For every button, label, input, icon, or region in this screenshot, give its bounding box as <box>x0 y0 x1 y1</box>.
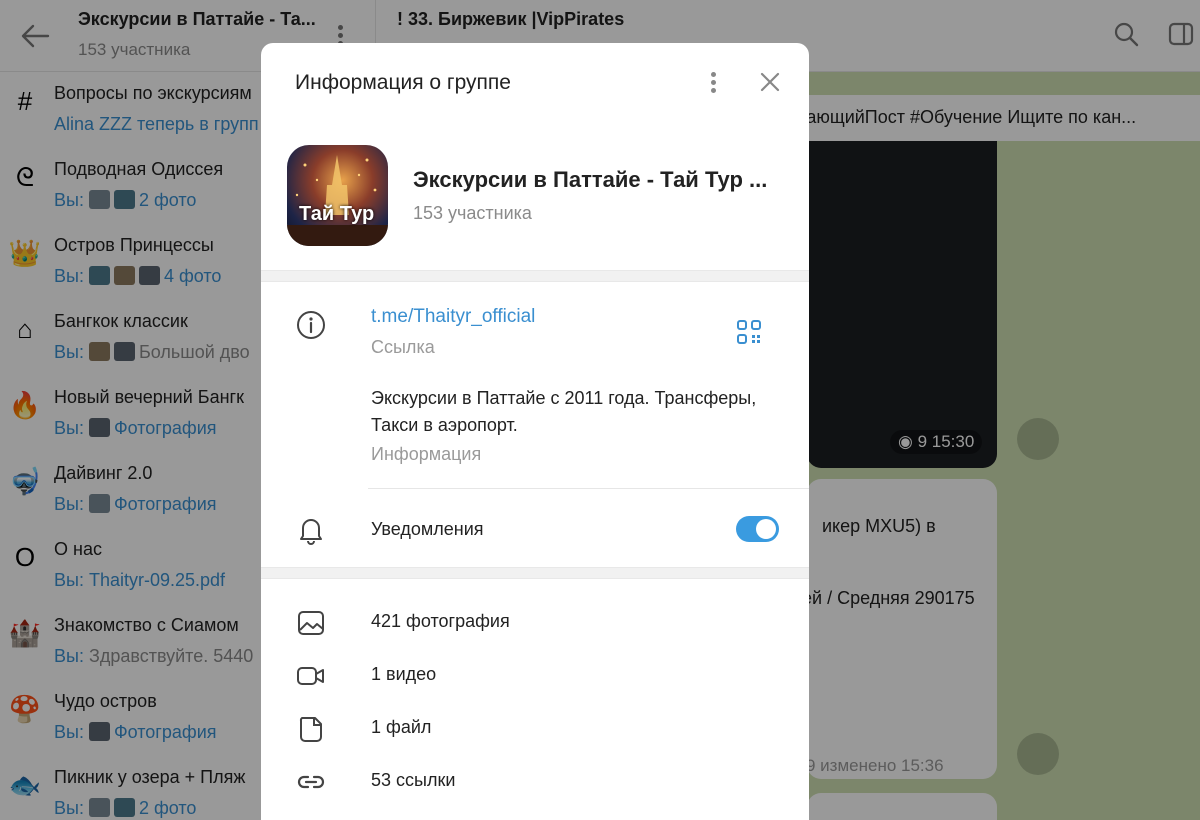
info-icon <box>297 311 325 339</box>
group-name: Экскурсии в Паттайе - Тай Тур ... <box>413 167 768 192</box>
group-member-count[interactable]: 153 участника <box>413 203 532 224</box>
group-link[interactable]: t.me/Thaityr_official <box>371 306 535 328</box>
file-icon <box>299 717 322 742</box>
files-count[interactable]: 1 файл <box>371 717 431 738</box>
qr-code-icon[interactable] <box>736 319 762 345</box>
modal-title: Информация о группе <box>295 71 511 94</box>
group-description: Экскурсии в Паттайе с 2011 года. Трансфе… <box>371 388 757 435</box>
link-label: Ссылка <box>371 337 435 357</box>
section-divider <box>261 567 809 579</box>
notifications-toggle[interactable] <box>736 516 779 542</box>
photos-count[interactable]: 421 фотография <box>371 611 510 632</box>
avatar-text: Тай Тур <box>299 203 375 225</box>
group-info-modal: Информация о группе Тай Тур Экскурсии в … <box>261 43 809 820</box>
more-options-icon[interactable] <box>701 69 725 97</box>
row-divider <box>368 488 809 489</box>
link-icon <box>297 775 325 789</box>
section-divider <box>261 270 809 282</box>
description-label: Информация <box>371 444 482 464</box>
group-avatar[interactable]: Тай Тур <box>287 145 388 246</box>
links-count[interactable]: 53 ссылки <box>371 770 455 791</box>
close-icon[interactable] <box>755 67 785 97</box>
notifications-label: Уведомления <box>371 519 484 539</box>
bell-icon <box>300 519 322 545</box>
photo-icon <box>298 611 324 635</box>
videos-count[interactable]: 1 видео <box>371 664 436 685</box>
video-icon <box>297 667 324 685</box>
